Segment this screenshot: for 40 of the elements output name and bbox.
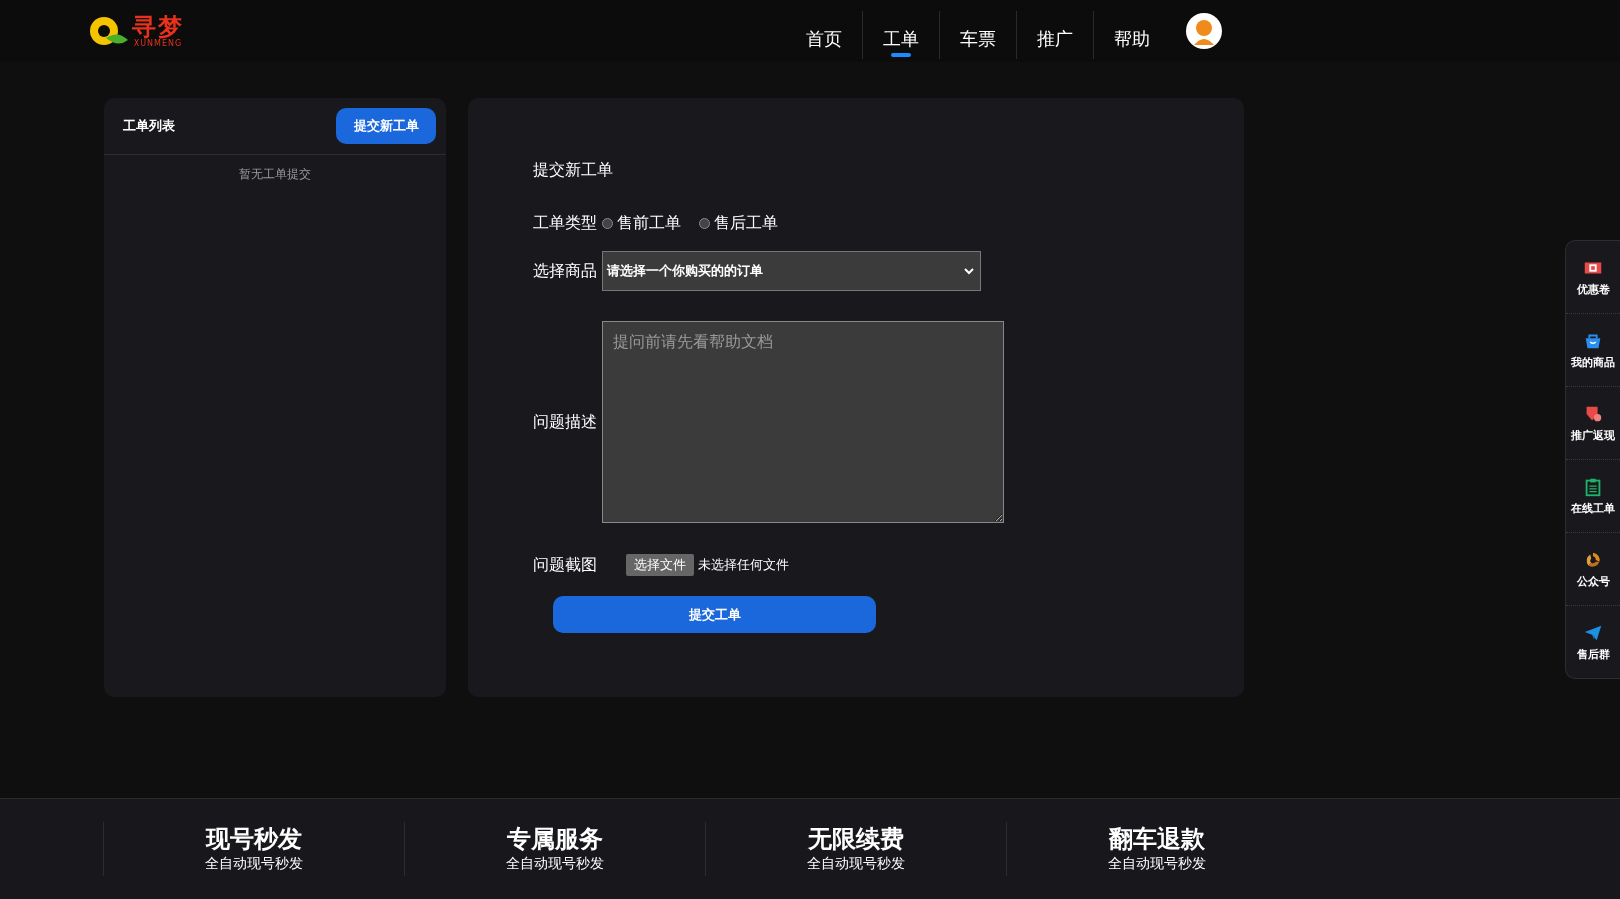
field-label: 工单类型 [533,212,598,234]
dock-link[interactable]: 售后群 [1576,647,1610,662]
logo-text: 寻梦 [132,14,184,39]
avatar-icon[interactable] [1186,13,1222,49]
feature-subtitle: 全自动现号秒发 [807,854,905,873]
field-label: 问题描述 [533,411,598,433]
radio-label[interactable]: 售后工单 [714,212,778,234]
nav-tab[interactable]: 工单 [862,11,939,59]
feature-title: 无限续费 [808,825,904,853]
field-label: 选择商品 [533,260,598,282]
new-ticket-button[interactable]: 提交新工单 [336,108,436,144]
dock-link[interactable]: 公众号 [1576,574,1610,589]
choose-file-button[interactable]: 选择文件 [626,554,694,576]
feature-subtitle: 全自动现号秒发 [506,854,604,873]
caret-icon [964,267,974,275]
feature-subtitle: 全自动现号秒发 [205,854,303,873]
nav-tab[interactable]: 推广 [1016,11,1093,59]
panel-title: 工单列表 [123,117,175,135]
dock-link[interactable]: 在线工单 [1571,501,1615,516]
feature-title: 专属服务 [507,825,603,853]
field-label: 问题截图 [533,554,598,576]
description-field[interactable]: 提问前请先看帮助文档 [602,321,1004,523]
radio-button[interactable] [602,217,613,229]
radio-button[interactable] [699,217,710,229]
feature-subtitle: 全自动现号秒发 [1108,854,1206,873]
empty-message: 暂无工单提交 [238,166,312,183]
form-title: 提交新工单 [533,160,614,181]
logo-subtitle: XUNMENG [133,38,183,48]
product-select[interactable]: 请选择一个你购买的的订单 [602,251,981,291]
file-status-text: 未选择任何文件 [698,556,789,574]
feature-title: 现号秒发 [206,825,302,853]
radio-label[interactable]: 售前工单 [617,212,681,234]
dock-link[interactable]: 优惠卷 [1576,282,1610,297]
feature-title: 翻车退款 [1109,825,1205,853]
dock-link[interactable]: 我的商品 [1571,355,1615,370]
dock-link[interactable]: 推广返现 [1571,428,1615,443]
submit-button[interactable]: 提交工单 [553,596,876,633]
nav-tab[interactable]: 帮助 [1093,11,1170,59]
nav-tab[interactable]: 车票 [939,11,1016,59]
nav-tab[interactable]: 首页 [786,11,862,59]
